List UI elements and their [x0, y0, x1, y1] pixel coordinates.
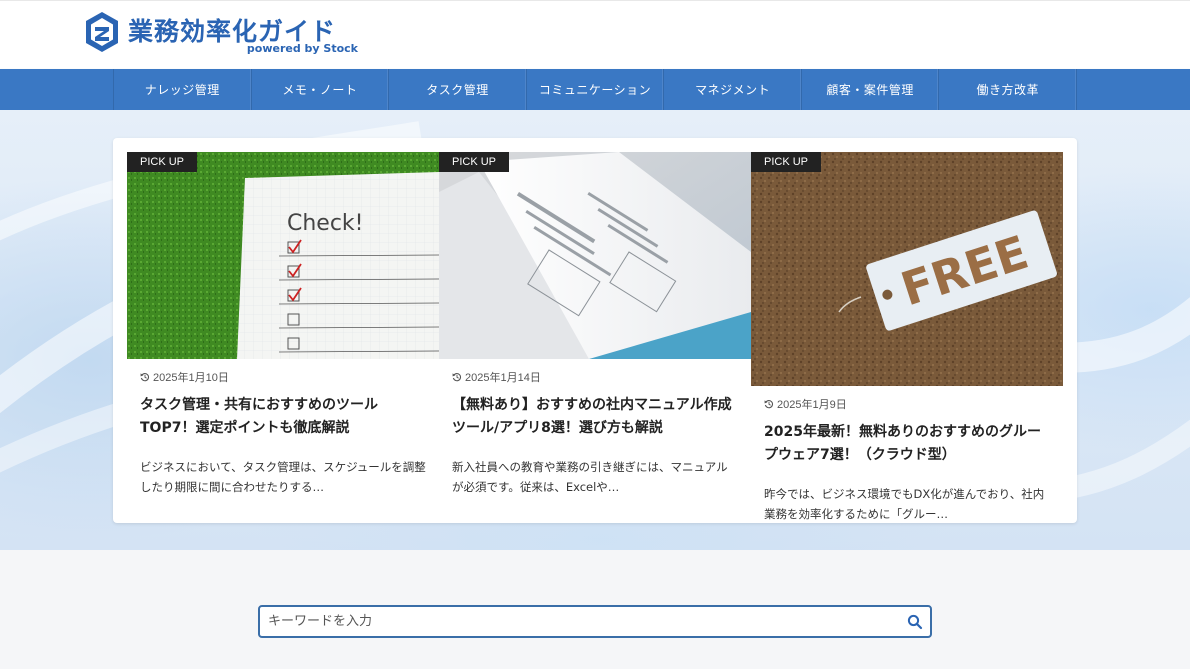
- pickup-badge: PICK UP: [751, 152, 822, 172]
- card-date-text: 2025年1月14日: [465, 372, 541, 384]
- card-date: 2025年1月10日: [140, 369, 439, 385]
- card-title[interactable]: 【無料あり】おすすめの社内マニュアル作成ツール/アプリ8選！選び方も解説: [452, 394, 738, 440]
- pickup-badge: PICK UP: [439, 152, 510, 172]
- nav-item-knowledge[interactable]: ナレッジ管理: [114, 69, 252, 110]
- update-icon: [764, 400, 774, 409]
- search-icon[interactable]: [906, 613, 924, 631]
- pickup-card-1[interactable]: PICK UP Check! 2025年1月10日 タスク管理・共有におすすめの…: [127, 152, 439, 497]
- logo-subtitle: powered by Stock: [246, 42, 358, 55]
- site-header: 業務効率化ガイド powered by Stock: [0, 0, 1190, 69]
- update-icon: [140, 373, 150, 382]
- pickup-panel: PICK UP Check! 2025年1月10日 タスク管理・共有におすすめの…: [113, 138, 1077, 523]
- card-date: 2025年1月14日: [452, 369, 751, 385]
- card-thumbnail[interactable]: PICK UP FREE: [751, 152, 1063, 386]
- update-icon: [452, 373, 462, 382]
- card-thumbnail[interactable]: PICK UP: [439, 152, 751, 359]
- nav-item-memo-note[interactable]: メモ・ノート: [252, 69, 390, 110]
- card-date-text: 2025年1月9日: [777, 399, 847, 411]
- pickup-card-3[interactable]: PICK UP FREE 2025年1月9日 2025年最新！無料ありのおすすめ…: [751, 152, 1063, 524]
- nav-item-task[interactable]: タスク管理: [389, 69, 527, 110]
- checklist-notebook-image: Check!: [127, 152, 439, 359]
- manual-document-image: [439, 152, 751, 359]
- nav-item-management[interactable]: マネジメント: [664, 69, 802, 110]
- main-nav: ナレッジ管理 メモ・ノート タスク管理 コミュニケーション マネジメント 顧客・…: [0, 69, 1190, 110]
- pickup-card-2[interactable]: PICK UP 2025年1月14日 【無料あり】おすすめの社内マニュアル作成ツ…: [439, 152, 751, 497]
- card-excerpt: ビジネスにおいて、タスク管理は、スケジュールを調整したり期限に間に合わせたりする…: [140, 460, 426, 494]
- card-excerpt: 新入社員への教育や業務の引き継ぎには、マニュアルが必須です。従来は、Excelや…: [452, 460, 728, 494]
- free-tag-corkboard-image: FREE: [751, 152, 1063, 386]
- svg-text:Check!: Check!: [287, 211, 364, 236]
- site-logo[interactable]: 業務効率化ガイド powered by Stock: [84, 11, 358, 55]
- pickup-badge: PICK UP: [127, 152, 198, 172]
- nav-item-workstyle[interactable]: 働き方改革: [939, 69, 1078, 110]
- card-thumbnail[interactable]: PICK UP Check!: [127, 152, 439, 359]
- card-title[interactable]: 2025年最新！無料ありのおすすめのグループウェア7選！（クラウド型）: [764, 421, 1050, 467]
- card-excerpt: 昨今では、ビジネス環境でもDX化が進んでおり、社内業務を効率化するために「グルー…: [764, 487, 1045, 521]
- card-date-text: 2025年1月10日: [153, 372, 229, 384]
- card-date: 2025年1月9日: [764, 396, 1063, 412]
- search-input[interactable]: [260, 607, 900, 636]
- logo-icon: [86, 12, 118, 52]
- nav-item-customer[interactable]: 顧客・案件管理: [802, 69, 940, 110]
- search-box: [258, 605, 932, 638]
- card-title[interactable]: タスク管理・共有におすすめのツールTOP7！選定ポイントも徹底解説: [140, 394, 426, 440]
- nav-item-communication[interactable]: コミュニケーション: [527, 69, 665, 110]
